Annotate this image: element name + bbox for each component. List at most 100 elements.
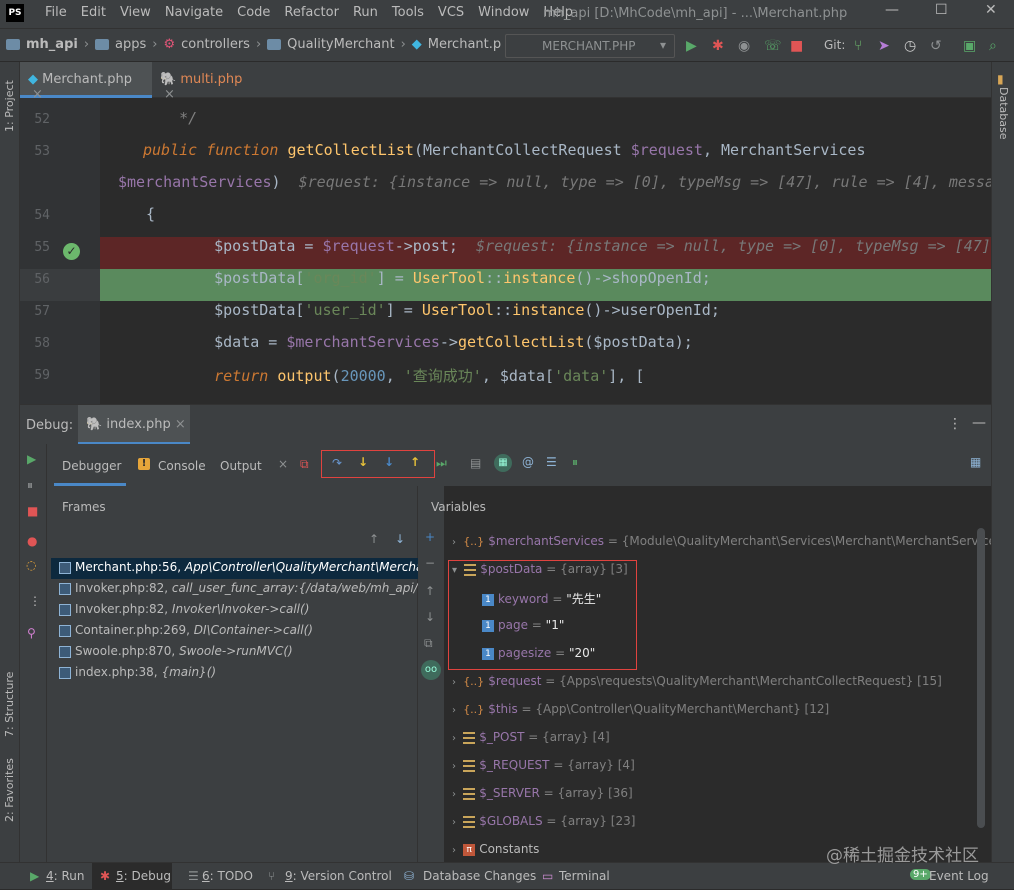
breadcrumb-controllers[interactable]: controllers: [181, 37, 250, 52]
pin-icon[interactable]: ⚲: [27, 626, 36, 640]
breadcrumb-file[interactable]: Merchant.p: [428, 37, 501, 52]
tab-console[interactable]: Console: [158, 459, 206, 473]
chevron-right-icon[interactable]: ›: [452, 705, 459, 716]
database-tool-tab[interactable]: Database: [997, 87, 1010, 140]
git-update-icon[interactable]: ⑂: [854, 38, 862, 54]
project-tool-tab[interactable]: 1: Project: [3, 80, 16, 132]
variable-row[interactable]: 1 pagesize = "20": [444, 640, 991, 668]
frame-up-icon[interactable]: ↑: [369, 532, 379, 546]
variable-row[interactable]: › $_POST = {array} [4]: [444, 724, 991, 752]
stop-icon[interactable]: ■: [790, 38, 803, 54]
chevron-right-icon[interactable]: ›: [452, 845, 459, 856]
status-version-control[interactable]: 9: Version Control: [285, 869, 392, 883]
chevron-right-icon[interactable]: ›: [452, 789, 459, 800]
menu-item-refactor[interactable]: Refactor: [277, 5, 346, 20]
evaluate-expression-icon[interactable]: ▦: [494, 454, 512, 472]
chevron-right-icon[interactable]: ›: [452, 817, 459, 828]
variable-row[interactable]: › $_REQUEST = {array} [4]: [444, 752, 991, 780]
menu-item-code[interactable]: Code: [230, 5, 277, 20]
variable-row[interactable]: 1 keyword = "先生": [444, 584, 991, 612]
view-breakpoints-icon[interactable]: ●: [27, 534, 37, 548]
status-terminal[interactable]: Terminal: [559, 869, 610, 883]
menu-item-file[interactable]: File: [38, 5, 74, 20]
variable-row[interactable]: › $_SERVER = {array} [36]: [444, 780, 991, 808]
git-push-icon[interactable]: ➤: [878, 38, 890, 54]
layout-icon[interactable]: ▦: [970, 455, 981, 469]
listen-connections-icon[interactable]: ☏: [764, 38, 782, 54]
chevron-down-icon[interactable]: ▾: [452, 565, 460, 576]
tab-merchant-php[interactable]: ◆ Merchant.php ×: [20, 62, 152, 102]
git-history-icon[interactable]: ◷: [904, 38, 916, 54]
frame-item[interactable]: Merchant.php:56, App\Controller\QualityM…: [51, 558, 418, 579]
breadcrumb-apps[interactable]: apps: [115, 37, 146, 52]
restore-layout-icon[interactable]: ⧉: [300, 457, 309, 472]
structure-tool-tab[interactable]: 7: Structure: [3, 672, 16, 737]
menu-item-vcs[interactable]: VCS: [431, 5, 471, 20]
breadcrumb-qualitymerchant[interactable]: QualityMerchant: [287, 37, 394, 52]
run-configuration-select[interactable]: MERCHANT.PHP ▾: [505, 34, 675, 58]
menu-item-navigate[interactable]: Navigate: [158, 5, 230, 20]
close-window-icon[interactable]: ✕: [985, 2, 997, 18]
evaluate-console-icon[interactable]: ▤: [470, 456, 481, 470]
resume-icon[interactable]: ▶: [27, 452, 36, 466]
chevron-right-icon[interactable]: ›: [452, 677, 459, 688]
force-step-into-icon[interactable]: ↓: [384, 455, 394, 469]
status-database-changes[interactable]: Database Changes: [423, 869, 536, 883]
variable-row[interactable]: › $GLOBALS = {array} [23]: [444, 808, 991, 836]
menu-item-window[interactable]: Window: [471, 5, 536, 20]
event-log-link[interactable]: Event Log: [929, 869, 989, 883]
glasses-icon[interactable]: oo: [421, 660, 441, 680]
debug-icon[interactable]: ✱: [712, 38, 724, 54]
close-tab-icon[interactable]: ×: [175, 417, 186, 432]
frame-down-icon[interactable]: ↓: [395, 532, 405, 546]
menu-item-edit[interactable]: Edit: [74, 5, 113, 20]
run-icon[interactable]: ▶: [686, 38, 697, 54]
run-to-cursor-icon[interactable]: ⏭: [436, 456, 447, 471]
pause-icon[interactable]: ⏸: [27, 478, 33, 493]
chevron-right-icon[interactable]: ›: [452, 537, 459, 548]
chevron-right-icon[interactable]: ›: [452, 733, 459, 744]
favorites-tool-tab[interactable]: 2: Favorites: [3, 758, 16, 822]
variable-row[interactable]: › {..} $merchantServices = {Module\Qualit…: [444, 528, 991, 556]
step-over-icon[interactable]: ↷: [332, 456, 342, 470]
status-run[interactable]: 4: Run: [46, 869, 85, 883]
stop-debug-icon[interactable]: ■: [27, 504, 38, 518]
step-into-icon[interactable]: ↓: [358, 455, 368, 469]
terminal-icon[interactable]: ▣: [963, 38, 976, 54]
tab-multi-php[interactable]: 🐘 multi.php ×: [152, 62, 262, 102]
minimize-icon[interactable]: —: [885, 2, 899, 18]
list-icon[interactable]: ☰: [546, 455, 557, 469]
variable-row[interactable]: ▾ $postData = {array} [3]: [444, 556, 991, 584]
close-tab-icon[interactable]: ×: [278, 457, 288, 471]
menu-item-tools[interactable]: Tools: [385, 5, 431, 20]
chevron-right-icon[interactable]: ›: [452, 761, 459, 772]
remove-watch-icon[interactable]: −: [425, 556, 435, 570]
tab-output[interactable]: Output: [220, 459, 262, 473]
watch-icon[interactable]: @: [522, 455, 534, 469]
frame-item[interactable]: Invoker.php:82, Invoker\Invoker->call(): [51, 600, 418, 621]
variable-row[interactable]: 1 page = "1": [444, 612, 991, 640]
variable-row[interactable]: › {..} $request = {Apps\requests\QualityM…: [444, 668, 991, 696]
more-icon[interactable]: ⋮: [29, 594, 41, 608]
tab-debugger[interactable]: Debugger: [54, 444, 126, 486]
rollback-icon[interactable]: ↺: [930, 38, 942, 54]
code-editor[interactable]: ✓ 52 */ 53 public function getCollectList(…: [20, 98, 991, 404]
move-down-icon[interactable]: ↓: [425, 610, 435, 624]
move-up-icon[interactable]: ↑: [425, 584, 435, 598]
mute-breakpoints-icon[interactable]: ⏸: [572, 455, 578, 470]
menu-item-view[interactable]: View: [113, 5, 158, 20]
mute-icon[interactable]: ◌: [26, 558, 36, 572]
menu-item-run[interactable]: Run: [346, 5, 385, 20]
more-options-icon[interactable]: ⋮: [948, 416, 962, 432]
coverage-icon[interactable]: ◉: [738, 38, 750, 54]
copy-icon[interactable]: ⧉: [424, 636, 433, 651]
status-todo[interactable]: 6: TODO: [202, 869, 253, 883]
status-debug[interactable]: 5: Debug: [116, 869, 171, 883]
new-watch-icon[interactable]: +: [425, 530, 435, 544]
scrollbar[interactable]: [977, 528, 985, 828]
breadcrumb-project[interactable]: mh_api: [26, 37, 78, 52]
search-icon[interactable]: ⌕: [989, 38, 997, 54]
variable-row[interactable]: › {..} $this = {App\Controller\QualityMer…: [444, 696, 991, 724]
frame-item[interactable]: index.php:38, {main}(): [51, 663, 418, 684]
verified-breakpoint-icon[interactable]: ✓: [63, 243, 80, 260]
